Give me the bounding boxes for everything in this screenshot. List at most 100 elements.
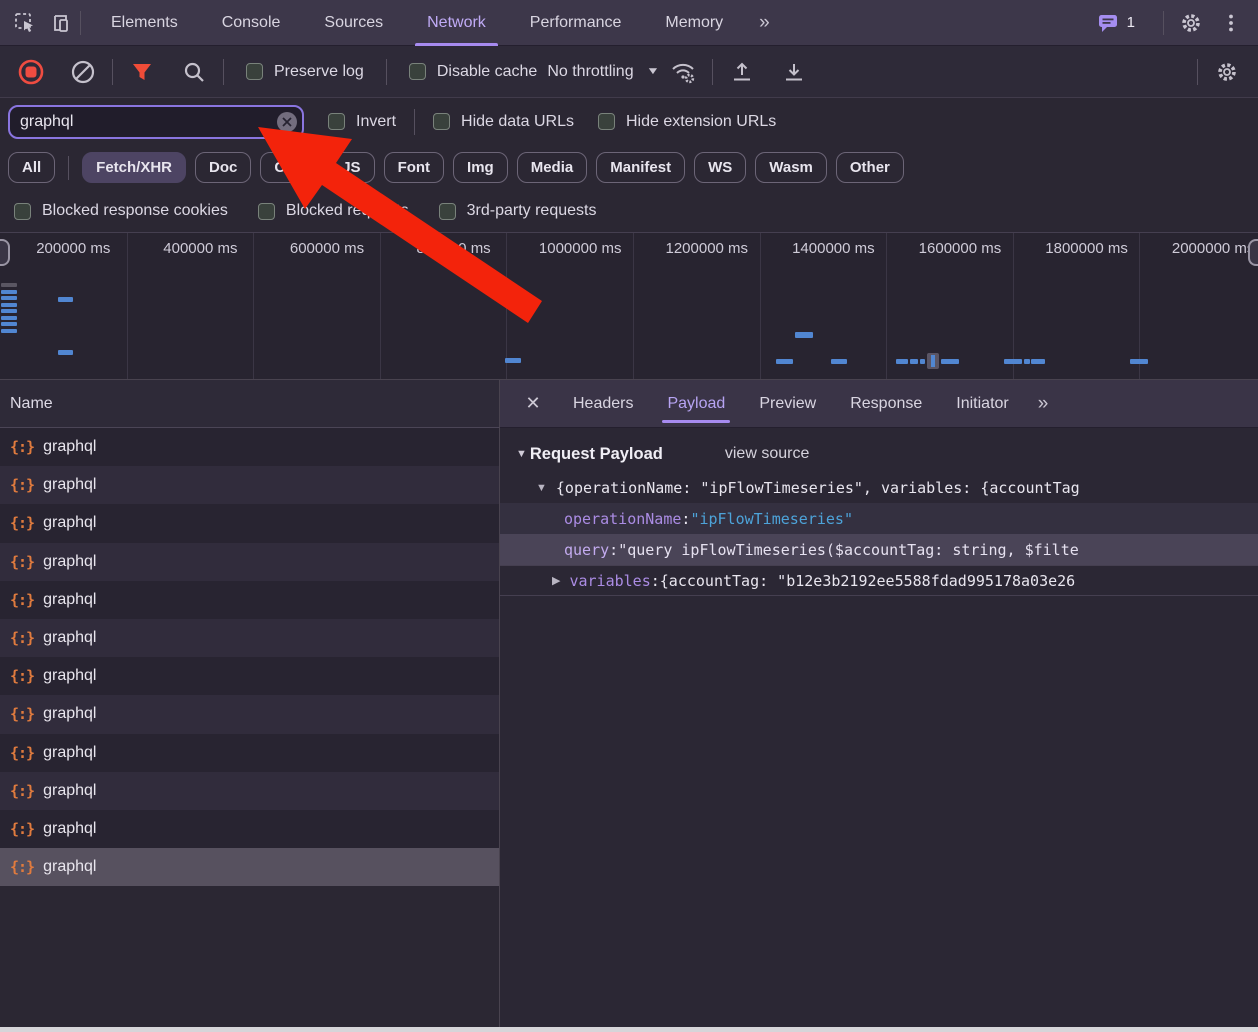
request-row[interactable]: {:}graphql — [0, 810, 499, 848]
tab-memory[interactable]: Memory — [643, 0, 745, 46]
filter-chip-font[interactable]: Font — [384, 152, 444, 183]
payload-variables-row[interactable]: ▶ variables: {accountTag: "b12e3b2192ee5… — [500, 565, 1258, 596]
inspect-element-icon[interactable] — [8, 6, 42, 40]
filter-chip-other[interactable]: Other — [836, 152, 904, 183]
timeline-request-bar — [505, 358, 521, 363]
request-row[interactable]: {:}graphql — [0, 504, 499, 542]
payload-root-node[interactable]: ▼ {operationName: "ipFlowTimeseries", va… — [500, 472, 1258, 503]
request-row[interactable]: {:}graphql — [0, 734, 499, 772]
detail-tab-payload[interactable]: Payload — [650, 380, 742, 428]
hide-extension-urls-checkbox[interactable]: Hide extension URLs — [598, 113, 776, 131]
timeline-left-grabber[interactable] — [0, 239, 10, 266]
detail-tab-initiator[interactable]: Initiator — [939, 380, 1025, 428]
request-row[interactable]: {:}graphql — [0, 619, 499, 657]
tab-sources[interactable]: Sources — [302, 0, 405, 46]
request-row[interactable]: {:}graphql — [0, 466, 499, 504]
issues-button[interactable]: 1 — [1097, 13, 1135, 33]
timeline-request-bar — [1, 316, 17, 320]
preserve-log-label: Preserve log — [274, 63, 364, 81]
resource-type-filters: All Fetch/XHR Doc CSS JS Font Img Media Manifest… — [0, 145, 1258, 190]
device-toolbar-icon[interactable] — [42, 6, 76, 40]
filter-chip-fetchxhr[interactable]: Fetch/XHR — [82, 152, 186, 183]
payload-key: variables — [569, 572, 650, 590]
blocked-response-cookies-checkbox[interactable]: Blocked response cookies — [14, 202, 228, 220]
export-har-icon[interactable] — [779, 57, 809, 87]
record-network-log-button[interactable] — [16, 57, 46, 87]
request-row[interactable]: {:}graphql — [0, 581, 499, 619]
filter-chip-css[interactable]: CSS — [260, 152, 319, 183]
key-value-separator: : — [681, 510, 690, 528]
divider — [1163, 11, 1164, 35]
devtools-tabbar: ElementsConsoleSourcesNetworkPerformance… — [0, 0, 1258, 46]
collapse-triangle-icon: ▼ — [516, 448, 527, 460]
filter-row: Invert Hide data URLs Hide extension URL… — [0, 98, 1258, 145]
settings-gear-icon[interactable] — [1174, 6, 1208, 40]
timeline-right-grabber[interactable] — [1248, 239, 1258, 266]
timeline-tick-label: 1600000 ms — [887, 240, 1013, 257]
divider — [386, 59, 387, 85]
filter-chip-media[interactable]: Media — [517, 152, 588, 183]
tab-console[interactable]: Console — [200, 0, 303, 46]
request-payload-header[interactable]: ▼ Request Payload view source — [500, 436, 1258, 472]
request-name: graphql — [43, 858, 96, 876]
clear-network-log-button[interactable] — [68, 57, 98, 87]
checkbox-label: 3rd-party requests — [467, 202, 597, 220]
detail-tab-preview[interactable]: Preview — [742, 380, 833, 428]
search-icon[interactable] — [179, 57, 209, 87]
expanded-triangle-icon: ▼ — [536, 482, 547, 494]
request-name: graphql — [43, 476, 96, 494]
network-conditions-icon[interactable] — [668, 57, 698, 87]
more-detail-tabs-icon[interactable]: » — [1026, 380, 1059, 428]
filter-chip-all[interactable]: All — [8, 152, 55, 183]
timeline-segments: 200000 ms400000 ms600000 ms800000 ms1000… — [0, 233, 1258, 379]
filter-icon[interactable] — [127, 57, 157, 87]
payload-key: query — [564, 541, 609, 559]
checkbox-box — [328, 113, 345, 130]
checkbox-box — [246, 63, 263, 80]
invert-label: Invert — [356, 113, 396, 131]
name-column-header[interactable]: Name — [0, 380, 499, 428]
request-row[interactable]: {:}graphql — [0, 428, 499, 466]
timeline-tick-label: 1000000 ms — [507, 240, 633, 257]
filter-chip-doc[interactable]: Doc — [195, 152, 251, 183]
filter-chip-manifest[interactable]: Manifest — [596, 152, 685, 183]
disable-cache-checkbox[interactable]: Disable cache — [409, 63, 538, 81]
hide-extension-urls-label: Hide extension URLs — [626, 113, 776, 131]
request-row[interactable]: {:}graphql — [0, 543, 499, 581]
request-row[interactable]: {:}graphql — [0, 657, 499, 695]
view-source-link[interactable]: view source — [725, 445, 809, 463]
detail-tab-headers[interactable]: Headers — [556, 380, 650, 428]
filter-chip-js[interactable]: JS — [328, 152, 374, 183]
timeline-tick-label: 2000000 ms — [1140, 240, 1258, 257]
request-row[interactable]: {:}graphql — [0, 695, 499, 733]
payload-operation-name-row[interactable]: operationName: "ipFlowTimeseries" — [500, 503, 1258, 534]
detail-tab-response[interactable]: Response — [833, 380, 939, 428]
more-tabs-icon[interactable]: » — [745, 0, 782, 46]
invert-checkbox[interactable]: Invert — [328, 113, 396, 131]
payload-query-row-selected[interactable]: query: "query ipFlowTimeseries($accountT… — [500, 534, 1258, 565]
import-har-icon[interactable] — [727, 57, 757, 87]
kebab-menu-icon[interactable] — [1214, 6, 1248, 40]
clear-filter-icon[interactable] — [277, 112, 297, 132]
divider — [1197, 59, 1198, 85]
request-row[interactable]: {:}graphql — [0, 848, 499, 886]
close-details-icon[interactable]: ✕ — [518, 382, 548, 426]
tab-elements[interactable]: Elements — [89, 0, 200, 46]
filter-chip-ws[interactable]: WS — [694, 152, 746, 183]
tab-network[interactable]: Network — [405, 0, 508, 46]
tab-performance[interactable]: Performance — [508, 0, 644, 46]
3rd-party-requests-checkbox[interactable]: 3rd-party requests — [439, 202, 597, 220]
hide-data-urls-checkbox[interactable]: Hide data URLs — [433, 113, 574, 131]
network-overview-timeline[interactable]: 200000 ms400000 ms600000 ms800000 ms1000… — [0, 232, 1258, 380]
network-settings-gear-icon[interactable] — [1212, 57, 1242, 87]
timeline-segment: 600000 ms — [253, 233, 380, 379]
throttling-dropdown[interactable]: No throttling ▼ — [547, 63, 657, 81]
blocked-requests-checkbox[interactable]: Blocked requests — [258, 202, 409, 220]
filter-chip-img[interactable]: Img — [453, 152, 508, 183]
preserve-log-checkbox[interactable]: Preserve log — [246, 63, 364, 81]
filter-input[interactable] — [8, 105, 304, 139]
filter-chip-wasm[interactable]: Wasm — [755, 152, 827, 183]
issues-bubble-icon — [1097, 13, 1119, 33]
key-value-separator: : — [609, 541, 618, 559]
request-row[interactable]: {:}graphql — [0, 772, 499, 810]
